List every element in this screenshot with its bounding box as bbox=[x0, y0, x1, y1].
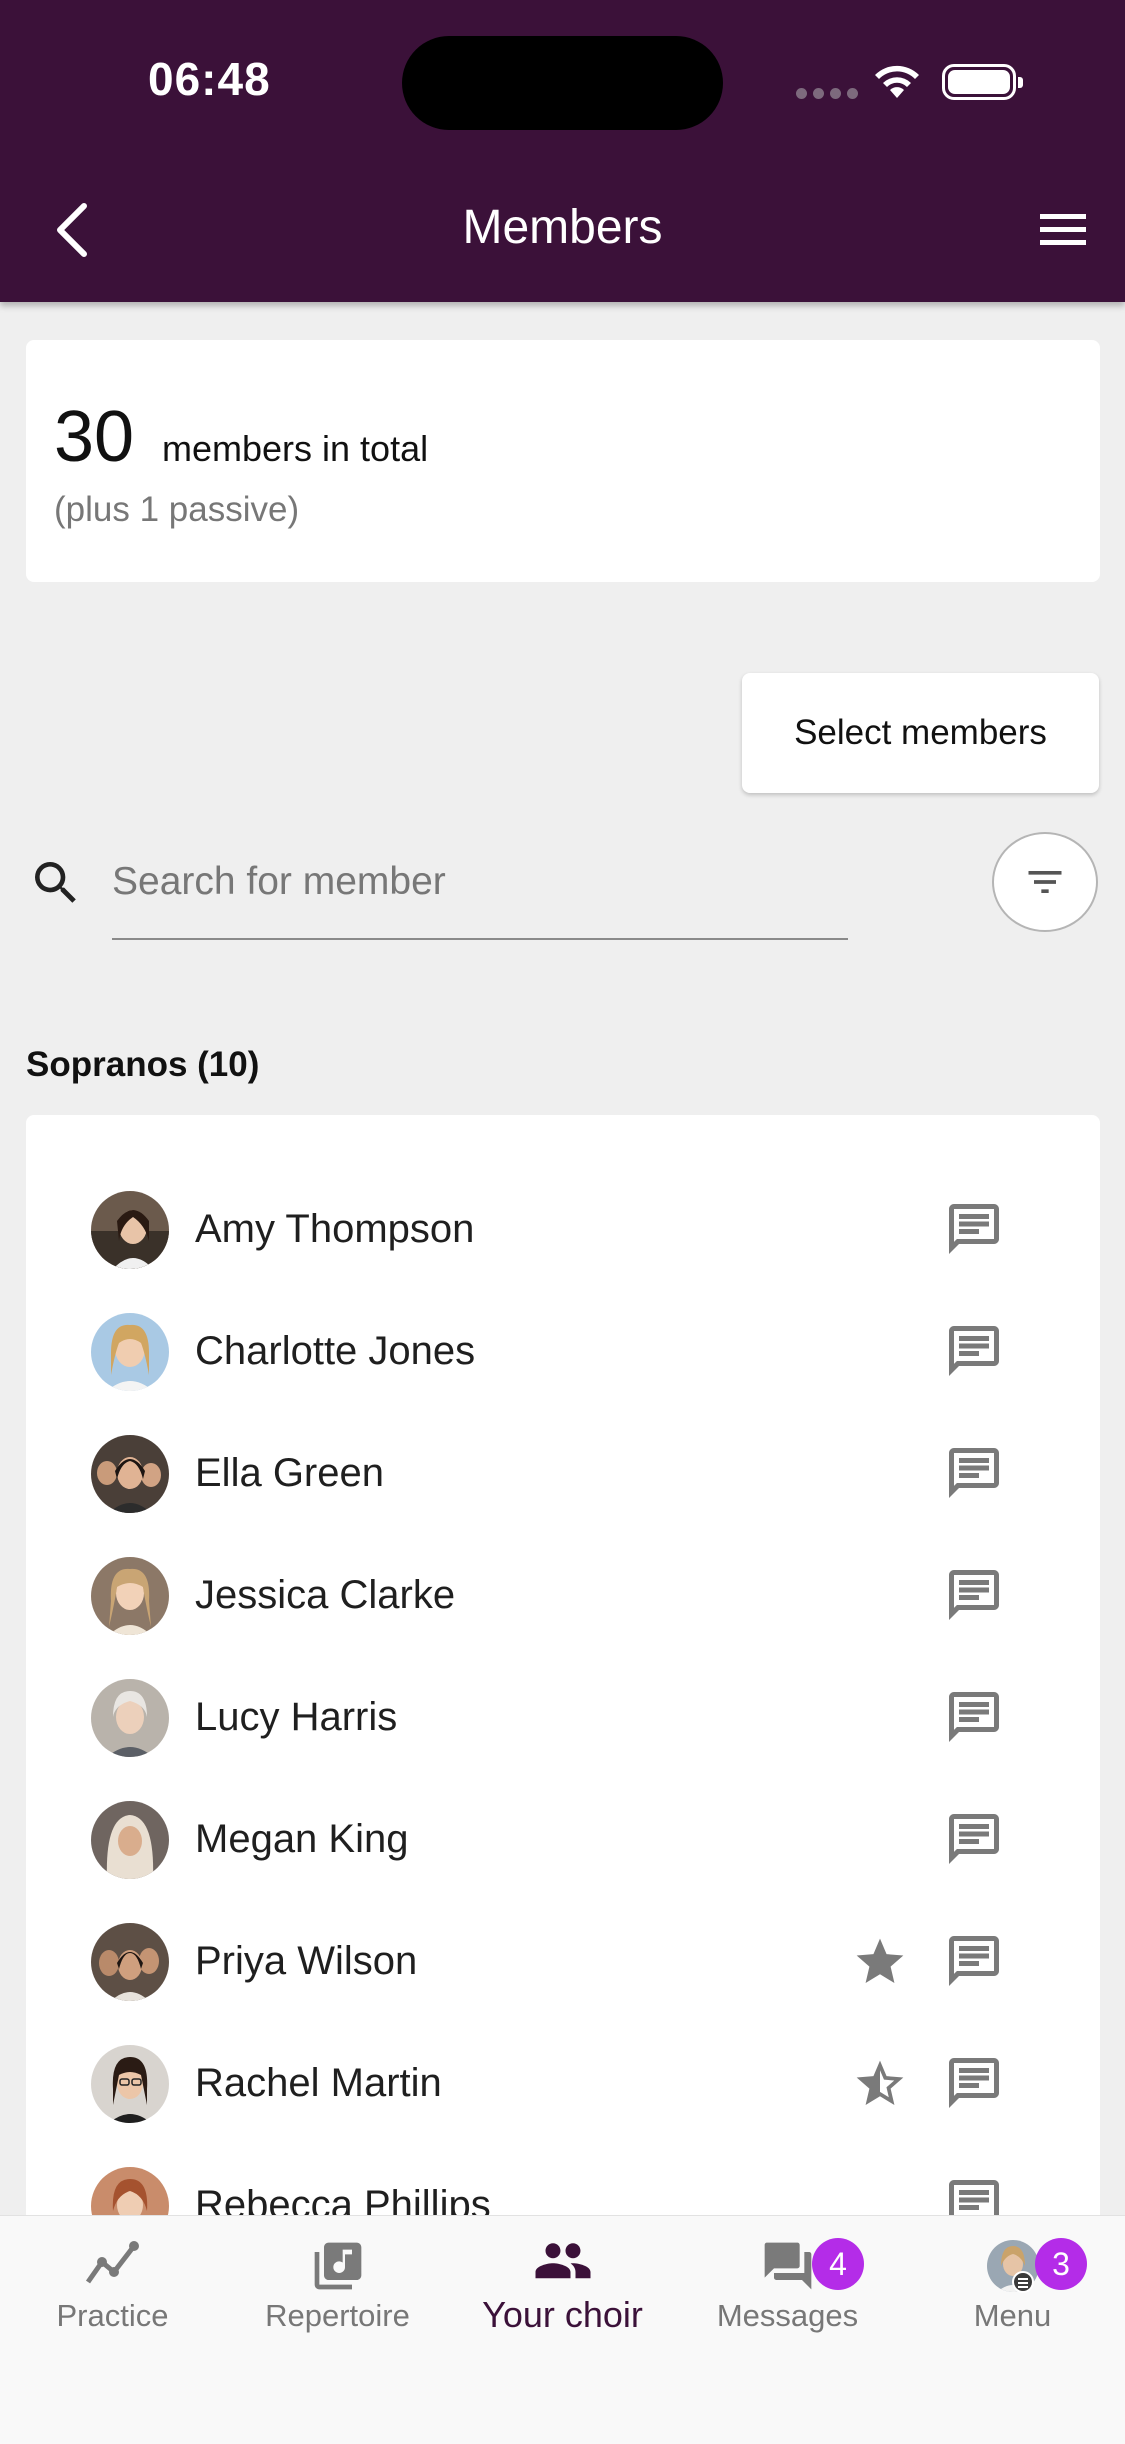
dynamic-island bbox=[402, 36, 723, 130]
member-name: Ella Green bbox=[195, 1451, 384, 1495]
message-icon[interactable] bbox=[944, 1809, 1004, 1869]
menu-badge: 3 bbox=[1035, 2238, 1087, 2290]
nav-your-choir[interactable]: Your choir bbox=[450, 2216, 675, 2366]
status-time: 06:48 bbox=[148, 53, 271, 105]
list-item[interactable]: Charlotte Jones bbox=[26, 1291, 1100, 1413]
app-header: 06:48 Members bbox=[0, 0, 1125, 302]
chart-line-icon bbox=[85, 2241, 139, 2284]
member-name: Charlotte Jones bbox=[195, 1329, 476, 1373]
member-name: Jessica Clarke bbox=[195, 1573, 456, 1617]
list-item[interactable]: Amy Thompson bbox=[26, 1169, 1100, 1291]
avatar bbox=[91, 1313, 169, 1391]
list-item[interactable]: Ella Green bbox=[26, 1413, 1100, 1535]
search-icon bbox=[35, 862, 76, 903]
nav-label: Repertoire bbox=[265, 2298, 410, 2333]
battery-icon bbox=[942, 64, 1023, 100]
member-name: Lucy Harris bbox=[195, 1695, 398, 1739]
avatar bbox=[91, 1679, 169, 1757]
member-count: 30 bbox=[54, 397, 135, 477]
message-icon[interactable] bbox=[944, 1687, 1004, 1747]
list-item[interactable]: Jessica Clarke bbox=[26, 1535, 1100, 1657]
select-members-button[interactable]: Select members bbox=[742, 673, 1099, 793]
avatar-menu-icon bbox=[986, 2240, 1039, 2293]
hamburger-menu-button[interactable] bbox=[1038, 210, 1088, 250]
group-icon bbox=[535, 2243, 590, 2279]
page-title: Members bbox=[462, 201, 663, 254]
avatar bbox=[91, 1923, 169, 2001]
member-count-label: members in total bbox=[162, 428, 429, 469]
avatar bbox=[91, 1435, 169, 1513]
member-name: Megan King bbox=[195, 1817, 409, 1861]
avatar bbox=[91, 1557, 169, 1635]
message-icon[interactable] bbox=[944, 1565, 1004, 1625]
nav-menu[interactable]: 3 Menu bbox=[900, 2216, 1125, 2366]
wifi-icon bbox=[875, 65, 919, 98]
music-library-icon bbox=[314, 2242, 361, 2290]
avatar bbox=[91, 1191, 169, 1269]
message-icon[interactable] bbox=[944, 1199, 1004, 1259]
messages-badge: 4 bbox=[812, 2238, 864, 2290]
nav-label: Messages bbox=[716, 2298, 859, 2333]
message-icon[interactable] bbox=[944, 1931, 1004, 1991]
avatar bbox=[91, 2045, 169, 2123]
member-count-card: 30 members in total (plus 1 passive) bbox=[26, 340, 1100, 582]
section-title-sopranos: Sopranos (10) bbox=[26, 1045, 260, 1084]
nav-repertoire[interactable]: Repertoire bbox=[225, 2216, 450, 2366]
bottom-navigation: Practice Repertoire Your choir 4 Message… bbox=[0, 2215, 1125, 2444]
nav-label: Practice bbox=[56, 2298, 169, 2333]
filter-button[interactable] bbox=[992, 832, 1098, 932]
nav-label: Your choir bbox=[482, 2294, 643, 2335]
nav-label: Menu bbox=[973, 2298, 1052, 2333]
member-name: Rachel Martin bbox=[195, 2061, 442, 2105]
passive-count: (plus 1 passive) bbox=[54, 490, 300, 529]
member-list: Amy Thompson Charlotte Jones Ella Green … bbox=[26, 1115, 1100, 2245]
message-icon[interactable] bbox=[944, 1443, 1004, 1503]
nav-messages[interactable]: 4 Messages bbox=[675, 2216, 900, 2366]
nav-practice[interactable]: Practice bbox=[0, 2216, 225, 2366]
filter-icon bbox=[1028, 871, 1062, 893]
message-icon[interactable] bbox=[944, 2053, 1004, 2113]
message-icon[interactable] bbox=[944, 1321, 1004, 1381]
list-item[interactable]: Lucy Harris bbox=[26, 1657, 1100, 1779]
list-item[interactable]: Megan King bbox=[26, 1779, 1100, 1901]
forum-icon bbox=[764, 2242, 811, 2290]
signal-icon bbox=[796, 88, 858, 99]
list-item[interactable]: Priya Wilson bbox=[26, 1901, 1100, 2023]
search-input[interactable] bbox=[112, 848, 848, 940]
star-half-icon[interactable] bbox=[852, 2056, 908, 2112]
member-name: Amy Thompson bbox=[195, 1207, 475, 1251]
avatar bbox=[91, 1801, 169, 1879]
member-name: Priya Wilson bbox=[195, 1939, 418, 1983]
list-item[interactable]: Rachel Martin bbox=[26, 2023, 1100, 2145]
star-icon[interactable] bbox=[852, 1934, 908, 1990]
